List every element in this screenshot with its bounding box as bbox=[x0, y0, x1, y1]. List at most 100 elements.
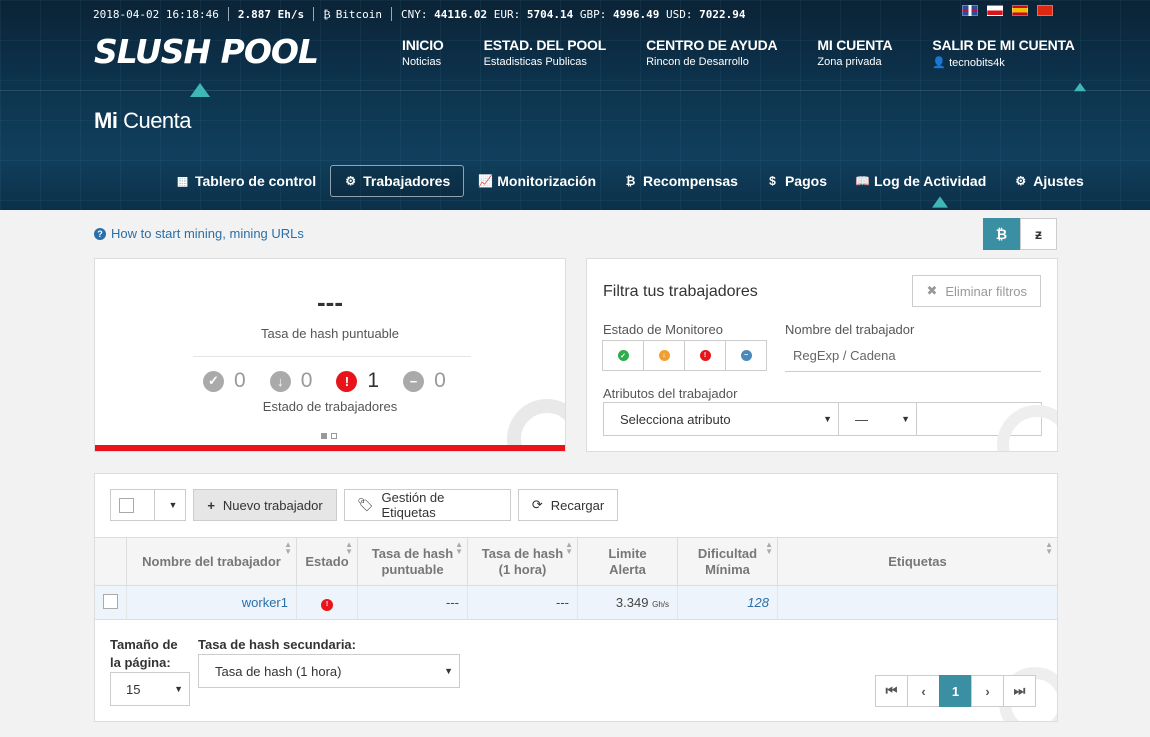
status-error: ! 1 bbox=[336, 369, 379, 393]
filter-error-button[interactable]: ! bbox=[684, 340, 726, 371]
carousel-dots bbox=[321, 433, 337, 439]
filter-low-button[interactable]: ↓ bbox=[643, 340, 685, 371]
new-worker-button[interactable]: + Nuevo trabajador bbox=[193, 489, 337, 521]
tag-management-button[interactable]: 🏷 Gestión de Etiquetas bbox=[344, 489, 511, 521]
carousel-dot[interactable] bbox=[321, 433, 327, 439]
ticker-hashrate: 2.887 Eh/s bbox=[237, 7, 305, 21]
czech-flag[interactable] bbox=[987, 5, 1003, 16]
nav-item-account[interactable]: MI CUENTA Zona privada bbox=[817, 37, 892, 69]
alert-limit-cell[interactable]: 3.349 Gh/s bbox=[577, 585, 678, 620]
select-all-dropdown[interactable]: ▼ bbox=[110, 489, 186, 521]
pagination: ⏮ ‹ 1 › ⏭ bbox=[875, 675, 1036, 707]
tab-activity-log[interactable]: 📖 Log de Actividad bbox=[841, 165, 1000, 197]
prev-page-button[interactable]: ‹ bbox=[907, 675, 940, 707]
nav-item-logout[interactable]: SALIR DE MI CUENTA 👤 tecnobits4k bbox=[932, 37, 1075, 69]
help-link[interactable]: ? How to start mining, mining URLs bbox=[94, 226, 304, 241]
operator-select-value: — bbox=[855, 411, 868, 427]
nav-sub: Estadisticas Publicas bbox=[483, 56, 587, 68]
carousel-dot[interactable] bbox=[331, 433, 337, 439]
worker-name-input[interactable]: RegExp / Cadena bbox=[785, 340, 1041, 372]
book-icon: 📖 bbox=[854, 174, 870, 188]
question-icon: ? bbox=[94, 227, 106, 240]
secondary-hashrate-select[interactable]: Tasa de hash (1 hora) ▼ bbox=[198, 654, 460, 688]
select-all-checkbox[interactable] bbox=[118, 497, 134, 513]
nav-sub: Rincon de Desarrollo bbox=[646, 56, 749, 68]
col-hash-score[interactable]: Tasa de hash puntuable ▲ ▼ bbox=[357, 537, 468, 586]
status-low: ↓ 0 bbox=[269, 369, 313, 393]
nav-item-pool-stats[interactable]: ESTAD. DEL POOL Estadisticas Publicas bbox=[484, 37, 607, 69]
tags-cell[interactable] bbox=[777, 585, 1057, 620]
page-size-select[interactable]: 15 ▼ bbox=[110, 672, 190, 706]
eur-price: 5704.14 bbox=[526, 7, 574, 21]
last-page-button[interactable]: ⏭ bbox=[1003, 675, 1036, 707]
tab-label: Ajustes bbox=[1033, 173, 1084, 189]
page-button-current[interactable]: 1 bbox=[939, 675, 972, 707]
worker-name-label: Nombre del trabajador bbox=[785, 322, 915, 337]
nav-sub: Zona privada bbox=[817, 56, 882, 68]
spain-flag[interactable] bbox=[1012, 5, 1028, 16]
worker-status-counts: ✓ 0 ↓ 0 ! 1 −0 bbox=[203, 369, 446, 393]
reload-button[interactable]: ⟳ Recargar bbox=[518, 489, 618, 521]
filter-off-button[interactable]: − bbox=[725, 340, 767, 371]
nav-title: INICIO bbox=[402, 37, 444, 53]
exclamation-icon: ! bbox=[321, 598, 333, 611]
tab-workers[interactable]: ⚙ Trabajadores bbox=[330, 165, 465, 197]
tab-payments[interactable]: $ Pagos bbox=[752, 165, 841, 197]
nav-item-inicio[interactable]: INICIO Noticias bbox=[402, 37, 444, 69]
col-tags[interactable]: Etiquetas ▲ ▼ bbox=[777, 537, 1057, 586]
difficulty-cell[interactable]: 128 bbox=[677, 585, 778, 620]
col-select bbox=[95, 537, 127, 586]
alert-unit: Gh/s bbox=[652, 600, 669, 609]
bitcoin-icon: ₿ bbox=[625, 174, 636, 188]
main-nav: INICIO Noticias ESTAD. DEL POOL Estadistic… bbox=[402, 37, 1075, 69]
col-min-difficulty[interactable]: Dificultad Mínima ▲ ▼ bbox=[677, 537, 778, 586]
nav-item-help[interactable]: CENTRO DE AYUDA Rincon de Desarrollo bbox=[646, 37, 778, 69]
col-alert-limit[interactable]: Limite Alerta bbox=[577, 537, 678, 586]
minus-icon: − bbox=[740, 350, 752, 361]
worker-link[interactable]: worker1 bbox=[242, 595, 288, 610]
minus-circle-icon: − bbox=[403, 370, 425, 392]
china-flag[interactable] bbox=[1037, 5, 1053, 16]
btc-button[interactable]: ₿ bbox=[983, 218, 1020, 250]
table-row[interactable]: worker1 ! --- --- 3.349 Gh/s 128 bbox=[95, 585, 1057, 620]
tab-settings[interactable]: ⚙ Ajustes bbox=[1000, 165, 1098, 197]
logo[interactable]: SLUSH POOL bbox=[94, 32, 319, 71]
ticker-datetime: 2018-04-02 16:18:46 bbox=[93, 7, 219, 21]
zec-button[interactable]: ƶ bbox=[1020, 218, 1057, 250]
status-low-count: 0 bbox=[300, 369, 313, 392]
col-label: Tasa de hash puntuable bbox=[371, 545, 454, 577]
arrow-down-icon: ↓ bbox=[658, 350, 670, 361]
bitcoin-icon: ₿ bbox=[323, 7, 331, 21]
row-checkbox[interactable] bbox=[103, 593, 118, 609]
col-label: Tasa de hash (1 hora) bbox=[481, 545, 564, 577]
currency-toggle: ₿ ƶ bbox=[983, 218, 1057, 250]
ticker-bar: 2018-04-02 16:18:46 2.887 Eh/s ₿ Bitcoin … bbox=[93, 7, 745, 21]
decor-triangle bbox=[932, 196, 948, 208]
account-tabs: ▦ Tablero de control ⚙ Trabajadores 📈 Monit… bbox=[162, 165, 1098, 197]
monitor-state-buttons: ✓ ↓ ! − bbox=[602, 340, 767, 371]
cny-label: CNY: bbox=[401, 7, 428, 21]
caret-down-icon: ▼ bbox=[444, 666, 453, 676]
tag-icon: 🏷 bbox=[357, 497, 374, 512]
difficulty-value: 128 bbox=[747, 595, 769, 610]
next-page-button[interactable]: › bbox=[971, 675, 1004, 707]
attribute-select[interactable]: Selecciona atributo ▼ bbox=[603, 402, 839, 436]
exclamation-icon: ! bbox=[699, 350, 711, 361]
first-page-button[interactable]: ⏮ bbox=[875, 675, 908, 707]
dashboard-icon: ▦ bbox=[176, 174, 189, 188]
tab-monitoring[interactable]: 📈 Monitorización bbox=[464, 165, 610, 197]
uk-flag[interactable] bbox=[962, 5, 978, 16]
nav-sub: 👤 tecnobits4k bbox=[932, 56, 1074, 69]
col-hash-1h[interactable]: Tasa de hash (1 hora) ▲ ▼ bbox=[467, 537, 578, 586]
gear-icon: ⚙ bbox=[1015, 174, 1027, 188]
col-label: Nombre del trabajador bbox=[142, 553, 281, 569]
clear-filters-button[interactable]: ✖ Eliminar filtros bbox=[912, 275, 1041, 307]
operator-select[interactable]: — ▼ bbox=[838, 402, 917, 436]
col-status[interactable]: Estado ▲ ▼ bbox=[296, 537, 358, 586]
tab-label: Monitorización bbox=[497, 173, 597, 189]
tab-rewards[interactable]: ₿ Recompensas bbox=[610, 165, 752, 197]
filter-ok-button[interactable]: ✓ bbox=[602, 340, 644, 371]
col-worker-name[interactable]: Nombre del trabajador ▲ ▼ bbox=[126, 537, 297, 586]
tab-dashboard[interactable]: ▦ Tablero de control bbox=[162, 165, 330, 197]
status-off: −0 bbox=[403, 369, 446, 393]
